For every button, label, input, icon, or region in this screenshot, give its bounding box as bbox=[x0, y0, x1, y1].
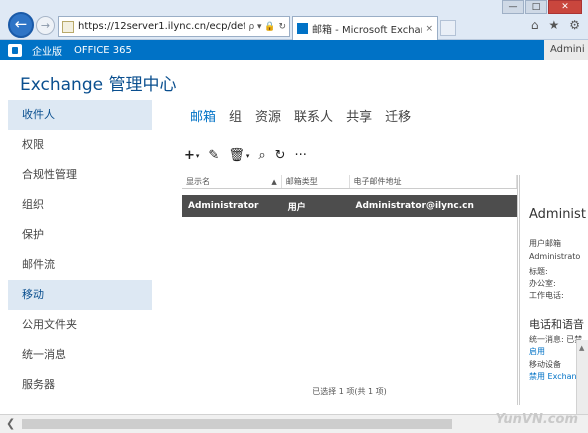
details-office: 办公室: bbox=[529, 279, 556, 288]
browser-chrome: — □ ✕ ← → https://12server1.ilync.cn/ecp… bbox=[0, 0, 588, 40]
column-header-email-address[interactable]: 电子邮件地址 bbox=[350, 175, 517, 188]
sidebar-item-mobile[interactable]: 移动 bbox=[8, 280, 152, 310]
home-icon[interactable]: ⌂ bbox=[531, 18, 539, 32]
details-title: 标题: bbox=[529, 267, 548, 276]
chevron-down-icon: ▾ bbox=[245, 151, 250, 160]
office-logo-icon[interactable] bbox=[8, 43, 22, 57]
exchange-favicon-icon bbox=[297, 23, 308, 34]
sidebar-item-permissions[interactable]: 权限 bbox=[8, 130, 152, 160]
more-button[interactable]: ··· bbox=[295, 148, 307, 163]
browser-toolbar-icons: ⌂ ★ ⚙ bbox=[531, 18, 580, 32]
trash-icon: 🗑 bbox=[228, 148, 245, 163]
details-section-phone-voice: 电话和语音 bbox=[529, 318, 584, 331]
cell-display-name: Administrator bbox=[188, 201, 259, 211]
minimize-button[interactable]: — bbox=[502, 0, 524, 14]
sort-ascending-icon: ▲ bbox=[271, 178, 277, 186]
tab-resources[interactable]: 资源 bbox=[255, 106, 281, 125]
column-header-display-name[interactable]: 显示名 ▲ bbox=[182, 175, 282, 188]
grid-toolbar: + ▾ ✎ 🗑 ▾ ⌕ ↻ ··· bbox=[184, 148, 307, 163]
tab-close-icon[interactable]: × bbox=[425, 24, 433, 34]
sidebar-item-protection[interactable]: 保护 bbox=[8, 220, 152, 250]
tab-shared[interactable]: 共享 bbox=[346, 106, 372, 125]
column-header-mailbox-type[interactable]: 邮箱类型 bbox=[282, 175, 350, 188]
selection-count: 已选择 1 项(共 1 项) bbox=[312, 387, 387, 396]
browser-tab[interactable]: 邮箱 - Microsoft Exchange × bbox=[292, 16, 438, 40]
sidebar-item-organization[interactable]: 组织 bbox=[8, 190, 152, 220]
delete-button[interactable]: 🗑 ▾ bbox=[228, 148, 249, 163]
sidebar-item-unified-messaging[interactable]: 统一消息 bbox=[8, 340, 152, 370]
tab-groups[interactable]: 组 bbox=[229, 106, 242, 125]
tab-migration[interactable]: 迁移 bbox=[385, 106, 411, 125]
watermark: YunVN.com bbox=[495, 412, 578, 427]
cell-mailbox-type: 用户 bbox=[287, 202, 306, 213]
search-icon: ⌕ bbox=[258, 148, 266, 163]
tab-contacts[interactable]: 联系人 bbox=[294, 106, 333, 125]
window-controls: — □ ✕ bbox=[502, 0, 582, 14]
pencil-icon: ✎ bbox=[208, 148, 220, 163]
office365-topbar: 企业版 OFFICE 365 Admini bbox=[0, 40, 588, 60]
address-bar-icons[interactable]: ρ ▾ 🔒 ↻ bbox=[245, 22, 289, 32]
user-menu[interactable]: Admini bbox=[544, 40, 588, 60]
maximize-button[interactable]: □ bbox=[525, 0, 547, 14]
refresh-button[interactable]: ↻ bbox=[275, 148, 286, 163]
table-row[interactable]: Administrator 用户 Administrator@ilync.cn bbox=[182, 195, 517, 217]
tab-title: 邮箱 - Microsoft Exchange bbox=[312, 25, 422, 36]
page-icon bbox=[62, 20, 74, 33]
details-scrollbar[interactable]: ▲ bbox=[576, 340, 588, 414]
close-window-button[interactable]: ✕ bbox=[548, 0, 582, 14]
back-button[interactable]: ← bbox=[8, 12, 34, 38]
details-email: Administrato bbox=[529, 252, 581, 261]
details-mobile-devices: 移动设备 bbox=[529, 360, 561, 369]
tab-mailboxes[interactable]: 邮箱 bbox=[190, 106, 216, 125]
details-work-phone: 工作电话: bbox=[529, 291, 564, 300]
more-icon: ··· bbox=[294, 148, 307, 163]
column-label: 显示名 bbox=[186, 177, 210, 186]
mailbox-grid: 显示名 ▲ 邮箱类型 电子邮件地址 Administrator 用户 Admin… bbox=[182, 175, 518, 405]
plus-icon: + bbox=[184, 148, 195, 163]
scroll-up-icon[interactable]: ▲ bbox=[579, 344, 584, 352]
back-arrow-icon: ← bbox=[14, 15, 28, 33]
enable-link[interactable]: 启用 bbox=[529, 346, 545, 357]
search-button[interactable]: ⌕ bbox=[258, 148, 265, 163]
forward-button[interactable]: → bbox=[36, 16, 55, 35]
topbar-item-enterprise[interactable]: 企业版 bbox=[32, 43, 62, 58]
details-unified-messaging: 统一消息: 已禁 bbox=[529, 335, 583, 344]
sidebar-item-public-folders[interactable]: 公用文件夹 bbox=[8, 310, 152, 340]
add-button[interactable]: + ▾ bbox=[184, 148, 199, 163]
address-bar[interactable]: https://12server1.ilync.cn/ecp/default. … bbox=[58, 16, 290, 37]
chevron-down-icon: ▾ bbox=[195, 151, 200, 160]
sidebar-nav: 收件人 权限 合规性管理 组织 保护 邮件流 移动 公用文件夹 统一消息 服务器 bbox=[8, 100, 152, 400]
page-title: Exchange 管理中心 bbox=[20, 75, 177, 95]
url-text[interactable]: https://12server1.ilync.cn/ecp/default. bbox=[78, 21, 245, 32]
topbar-item-office365[interactable]: OFFICE 365 bbox=[74, 45, 132, 56]
forward-arrow-icon: → bbox=[40, 19, 51, 32]
scroll-left-icon[interactable]: ❮ bbox=[6, 417, 15, 430]
new-tab-button[interactable] bbox=[440, 20, 456, 36]
details-name: Administ bbox=[529, 207, 586, 222]
edit-button[interactable]: ✎ bbox=[208, 148, 219, 163]
sidebar-item-compliance[interactable]: 合规性管理 bbox=[8, 160, 152, 190]
favorites-star-icon[interactable]: ★ bbox=[548, 18, 559, 32]
sidebar-item-recipients[interactable]: 收件人 bbox=[8, 100, 152, 130]
details-mailbox-kind: 用户邮箱 bbox=[529, 239, 561, 248]
recipient-tabs: 邮箱 组 资源 联系人 共享 迁移 bbox=[190, 106, 411, 125]
sidebar-item-mail-flow[interactable]: 邮件流 bbox=[8, 250, 152, 280]
refresh-icon: ↻ bbox=[274, 148, 286, 163]
scrollbar-thumb[interactable] bbox=[22, 419, 452, 429]
sidebar-item-servers[interactable]: 服务器 bbox=[8, 370, 152, 400]
settings-gear-icon[interactable]: ⚙ bbox=[569, 18, 580, 32]
grid-header: 显示名 ▲ 邮箱类型 电子邮件地址 bbox=[182, 175, 517, 189]
cell-email-address: Administrator@ilync.cn bbox=[355, 201, 474, 211]
